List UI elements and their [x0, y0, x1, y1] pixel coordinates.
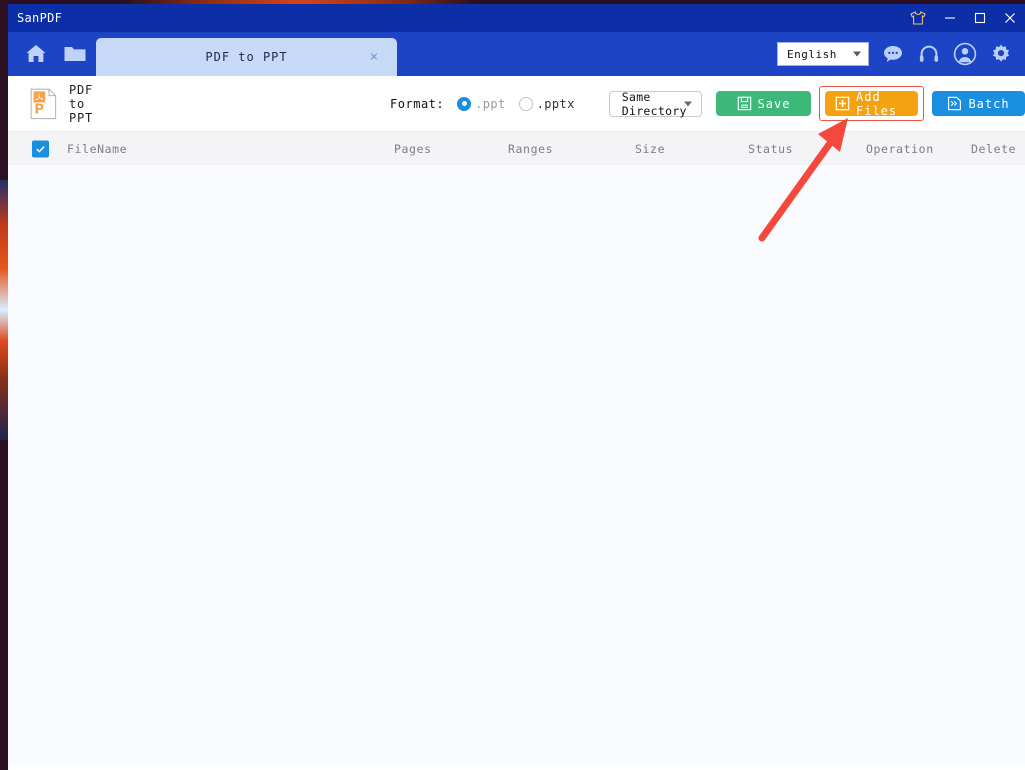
language-select[interactable]: English [777, 42, 869, 66]
column-header-status[interactable]: Status [748, 142, 793, 156]
doc-type-group: P PDF to PPT [8, 83, 117, 125]
gear-icon[interactable] [989, 42, 1013, 66]
pdf-file-icon: P [30, 88, 58, 120]
format-option-pptx-label: .pptx [536, 96, 575, 111]
output-directory-select[interactable]: Same Directory [608, 90, 702, 118]
app-title: SanPDF [17, 11, 63, 25]
format-group: Format: .ppt .pptx [390, 96, 575, 111]
format-option-ppt-label: .ppt [475, 96, 506, 111]
language-value: English [787, 47, 837, 61]
floppy-icon [737, 96, 752, 111]
shirt-icon[interactable] [901, 4, 935, 32]
toolbar-buttons: Save Add Files Batch [716, 86, 1025, 121]
minimize-button[interactable] [935, 4, 965, 32]
format-option-ppt[interactable]: .ppt [457, 96, 506, 111]
radio-ppt[interactable] [457, 96, 472, 111]
radio-pptx[interactable] [518, 96, 533, 111]
column-header-filename[interactable]: FileName [67, 142, 127, 156]
column-header-size[interactable]: Size [635, 142, 665, 156]
nav-right-group: English [777, 32, 1025, 76]
plus-square-icon [835, 96, 850, 111]
app-window: SanPDF PDF to PPT × English P PDF to PPT… [8, 4, 1025, 770]
chevron-down-icon [853, 51, 861, 57]
home-icon[interactable] [22, 40, 50, 68]
svg-text:P: P [34, 102, 44, 117]
doc-type-label: PDF to PPT [69, 82, 94, 125]
format-option-pptx[interactable]: .pptx [518, 96, 575, 111]
account-icon[interactable] [953, 42, 977, 66]
file-table-header: FileName Pages Ranges Size Status Operat… [8, 131, 1025, 165]
batch-button-label: Batch [968, 96, 1010, 111]
window-controls [901, 4, 1025, 32]
column-header-operation[interactable]: Operation [866, 142, 934, 156]
batch-doc-icon [947, 96, 962, 111]
add-files-button[interactable]: Add Files [819, 86, 924, 121]
column-header-delete[interactable]: Delete [971, 142, 1016, 156]
nav-bar: PDF to PPT × English [8, 32, 1025, 76]
tab-strip: PDF to PPT × [96, 32, 397, 76]
format-label: Format: [390, 96, 445, 111]
tab-label: PDF to PPT [205, 50, 288, 64]
file-table-body[interactable] [8, 165, 1025, 767]
nav-icon-group [8, 32, 89, 76]
close-button[interactable] [995, 4, 1025, 32]
tab-pdf-to-ppt[interactable]: PDF to PPT × [96, 38, 397, 76]
chat-icon[interactable] [881, 42, 905, 66]
action-toolbar: P PDF to PPT Format: .ppt .pptx Same Dir… [8, 76, 1025, 131]
add-files-button-label: Add Files [856, 89, 898, 118]
maximize-button[interactable] [965, 4, 995, 32]
column-header-pages[interactable]: Pages [394, 142, 432, 156]
folder-icon[interactable] [61, 40, 89, 68]
headset-icon[interactable] [917, 42, 941, 66]
chevron-down-icon [684, 101, 692, 106]
select-all-checkbox[interactable] [32, 140, 49, 157]
title-bar: SanPDF [8, 4, 1025, 32]
tab-close-icon[interactable]: × [367, 50, 381, 64]
column-header-ranges[interactable]: Ranges [508, 142, 553, 156]
save-button-label: Save [757, 96, 791, 111]
save-button[interactable]: Save [716, 91, 811, 116]
batch-button[interactable]: Batch [932, 91, 1025, 116]
